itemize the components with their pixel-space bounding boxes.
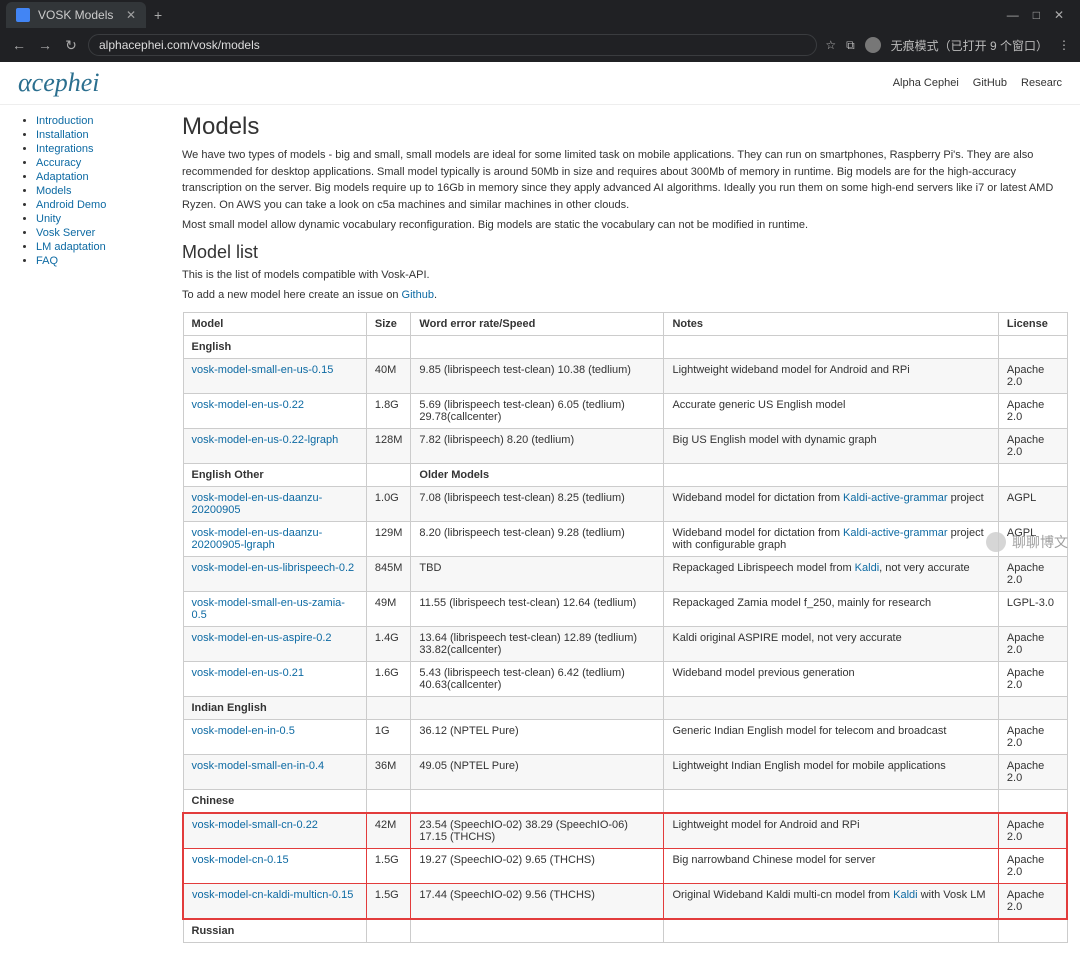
model-link[interactable]: vosk-model-en-in-0.5 — [192, 725, 295, 737]
page-header: αcephei Alpha Cephei GitHub Researc — [0, 62, 1080, 105]
col-size: Size — [366, 312, 411, 335]
sidebar-item-integrations[interactable]: Integrations — [36, 143, 93, 155]
table-row: vosk-model-en-us-librispeech-0.2845MTBDR… — [183, 556, 1067, 591]
model-link[interactable]: vosk-model-cn-kaldi-multicn-0.15 — [192, 889, 353, 901]
sidebar-item-android-demo[interactable]: Android Demo — [36, 199, 106, 211]
model-link[interactable]: vosk-model-small-en-us-0.15 — [192, 364, 334, 376]
table-row: vosk-model-small-cn-0.2242M23.54 (Speech… — [183, 813, 1067, 849]
tab-title: VOSK Models — [38, 8, 113, 22]
url-input[interactable]: alphacephei.com/vosk/models — [88, 34, 817, 56]
maximize-icon[interactable]: □ — [1033, 8, 1040, 22]
model-link[interactable]: vosk-model-en-us-daanzu-20200905-lgraph — [192, 527, 323, 551]
tab-favicon — [16, 8, 30, 22]
sidebar-item-introduction[interactable]: Introduction — [36, 115, 93, 127]
model-link[interactable]: vosk-model-en-us-0.21 — [192, 667, 305, 679]
table-row: vosk-model-cn-0.151.5G19.27 (SpeechIO-02… — [183, 848, 1067, 883]
address-bar: ← → ↻ alphacephei.com/vosk/models ☆ ⧉ 无痕… — [0, 30, 1080, 62]
sidebar-item-installation[interactable]: Installation — [36, 129, 89, 141]
sidebar-item-accuracy[interactable]: Accuracy — [36, 157, 81, 169]
header-link-1[interactable]: GitHub — [973, 77, 1007, 89]
section-row: Russian — [183, 919, 1067, 943]
intro-p1: We have two types of models - big and sm… — [182, 147, 1068, 213]
new-tab-button[interactable]: + — [146, 3, 170, 27]
sidebar-item-adaptation[interactable]: Adaptation — [36, 171, 89, 183]
table-row: vosk-model-small-en-us-0.1540M9.85 (libr… — [183, 358, 1067, 393]
col-license: License — [998, 312, 1067, 335]
col-notes: Notes — [664, 312, 998, 335]
table-row: vosk-model-en-us-aspire-0.21.4G13.64 (li… — [183, 626, 1067, 661]
watermark: 聊聊博文 — [986, 532, 1068, 552]
col-word: Word error rate/Speed — [411, 312, 664, 335]
browser-chrome: VOSK Models ✕ + — □ ✕ ← → ↻ alphacephei.… — [0, 0, 1080, 62]
notes-link[interactable]: Kaldi — [855, 562, 879, 574]
model-link[interactable]: vosk-model-en-us-daanzu-20200905 — [192, 492, 323, 516]
model-list-heading: Model list — [182, 242, 1068, 263]
watermark-icon — [986, 532, 1006, 552]
table-row: vosk-model-small-en-us-zamia-0.549M11.55… — [183, 591, 1067, 626]
menu-icon[interactable]: ⋮ — [1058, 38, 1070, 52]
section-row: Indian English — [183, 696, 1067, 719]
sidebar-item-vosk-server[interactable]: Vosk Server — [36, 227, 95, 239]
table-row: vosk-model-en-us-0.221.8G5.69 (librispee… — [183, 393, 1067, 428]
model-link[interactable]: vosk-model-en-us-0.22 — [192, 399, 305, 411]
reload-icon[interactable]: ↻ — [62, 37, 80, 54]
page-content: αcephei Alpha Cephei GitHub Researc Introd… — [0, 62, 1080, 963]
intro-p2: Most small model allow dynamic vocabular… — [182, 217, 1068, 234]
extension-icon[interactable]: ⧉ — [846, 38, 855, 53]
sidebar: Introduction Installation Integrations Accu… — [12, 113, 162, 943]
sidebar-item-lm-adaptation[interactable]: LM adaptation — [36, 241, 106, 253]
notes-link[interactable]: Kaldi-active-grammar — [843, 527, 948, 539]
section-row: Chinese — [183, 789, 1067, 813]
section-row: English — [183, 335, 1067, 358]
sidebar-item-models[interactable]: Models — [36, 185, 71, 197]
window-controls: — □ ✕ — [997, 8, 1074, 22]
avatar-icon[interactable] — [865, 37, 881, 53]
minimize-icon[interactable]: — — [1007, 8, 1019, 22]
table-row: vosk-model-en-in-0.51G36.12 (NPTEL Pure)… — [183, 719, 1067, 754]
logo[interactable]: αcephei — [18, 68, 100, 98]
page-title: Models — [182, 113, 1068, 141]
section-row: English OtherOlder Models — [183, 463, 1067, 486]
tab-bar: VOSK Models ✕ + — □ ✕ — [0, 0, 1080, 30]
model-link[interactable]: vosk-model-small-en-in-0.4 — [192, 760, 325, 772]
table-row: vosk-model-en-us-0.22-lgraph128M7.82 (li… — [183, 428, 1067, 463]
header-link-2[interactable]: Researc — [1021, 77, 1062, 89]
close-icon[interactable]: ✕ — [126, 8, 136, 22]
header-links: Alpha Cephei GitHub Researc — [893, 77, 1062, 89]
add-model-note: To add a new model here create an issue … — [182, 287, 1068, 304]
sidebar-item-unity[interactable]: Unity — [36, 213, 61, 225]
model-link[interactable]: vosk-model-en-us-0.22-lgraph — [192, 434, 339, 446]
notes-link[interactable]: Kaldi-active-grammar — [843, 492, 948, 504]
models-table: ModelSizeWord error rate/SpeedNotesLicen… — [182, 312, 1068, 943]
table-row: vosk-model-en-us-daanzu-202009051.0G7.08… — [183, 486, 1067, 521]
sidebar-item-faq[interactable]: FAQ — [36, 255, 58, 267]
notes-link[interactable]: Kaldi — [893, 889, 917, 901]
main-content: Models We have two types of models - big… — [182, 113, 1068, 943]
model-link[interactable]: vosk-model-en-us-librispeech-0.2 — [192, 562, 355, 574]
model-link[interactable]: vosk-model-cn-0.15 — [192, 854, 289, 866]
model-list-desc: This is the list of models compatible wi… — [182, 267, 1068, 284]
star-icon[interactable]: ☆ — [825, 38, 836, 52]
incognito-label: 无痕模式（已打开 9 个窗口） — [891, 37, 1048, 54]
browser-tab[interactable]: VOSK Models ✕ — [6, 2, 146, 28]
table-row: vosk-model-small-en-in-0.436M49.05 (NPTE… — [183, 754, 1067, 789]
model-link[interactable]: vosk-model-en-us-aspire-0.2 — [192, 632, 332, 644]
table-row: vosk-model-en-us-daanzu-20200905-lgraph1… — [183, 521, 1067, 556]
model-link[interactable]: vosk-model-small-cn-0.22 — [192, 819, 318, 831]
forward-icon[interactable]: → — [36, 37, 54, 53]
table-row: vosk-model-cn-kaldi-multicn-0.151.5G17.4… — [183, 883, 1067, 919]
github-link[interactable]: Github — [402, 289, 434, 301]
header-link-0[interactable]: Alpha Cephei — [893, 77, 959, 89]
close-window-icon[interactable]: ✕ — [1054, 8, 1064, 22]
model-link[interactable]: vosk-model-small-en-us-zamia-0.5 — [192, 597, 345, 621]
col-model: Model — [183, 312, 366, 335]
back-icon[interactable]: ← — [10, 37, 28, 53]
table-row: vosk-model-en-us-0.211.6G5.43 (librispee… — [183, 661, 1067, 696]
